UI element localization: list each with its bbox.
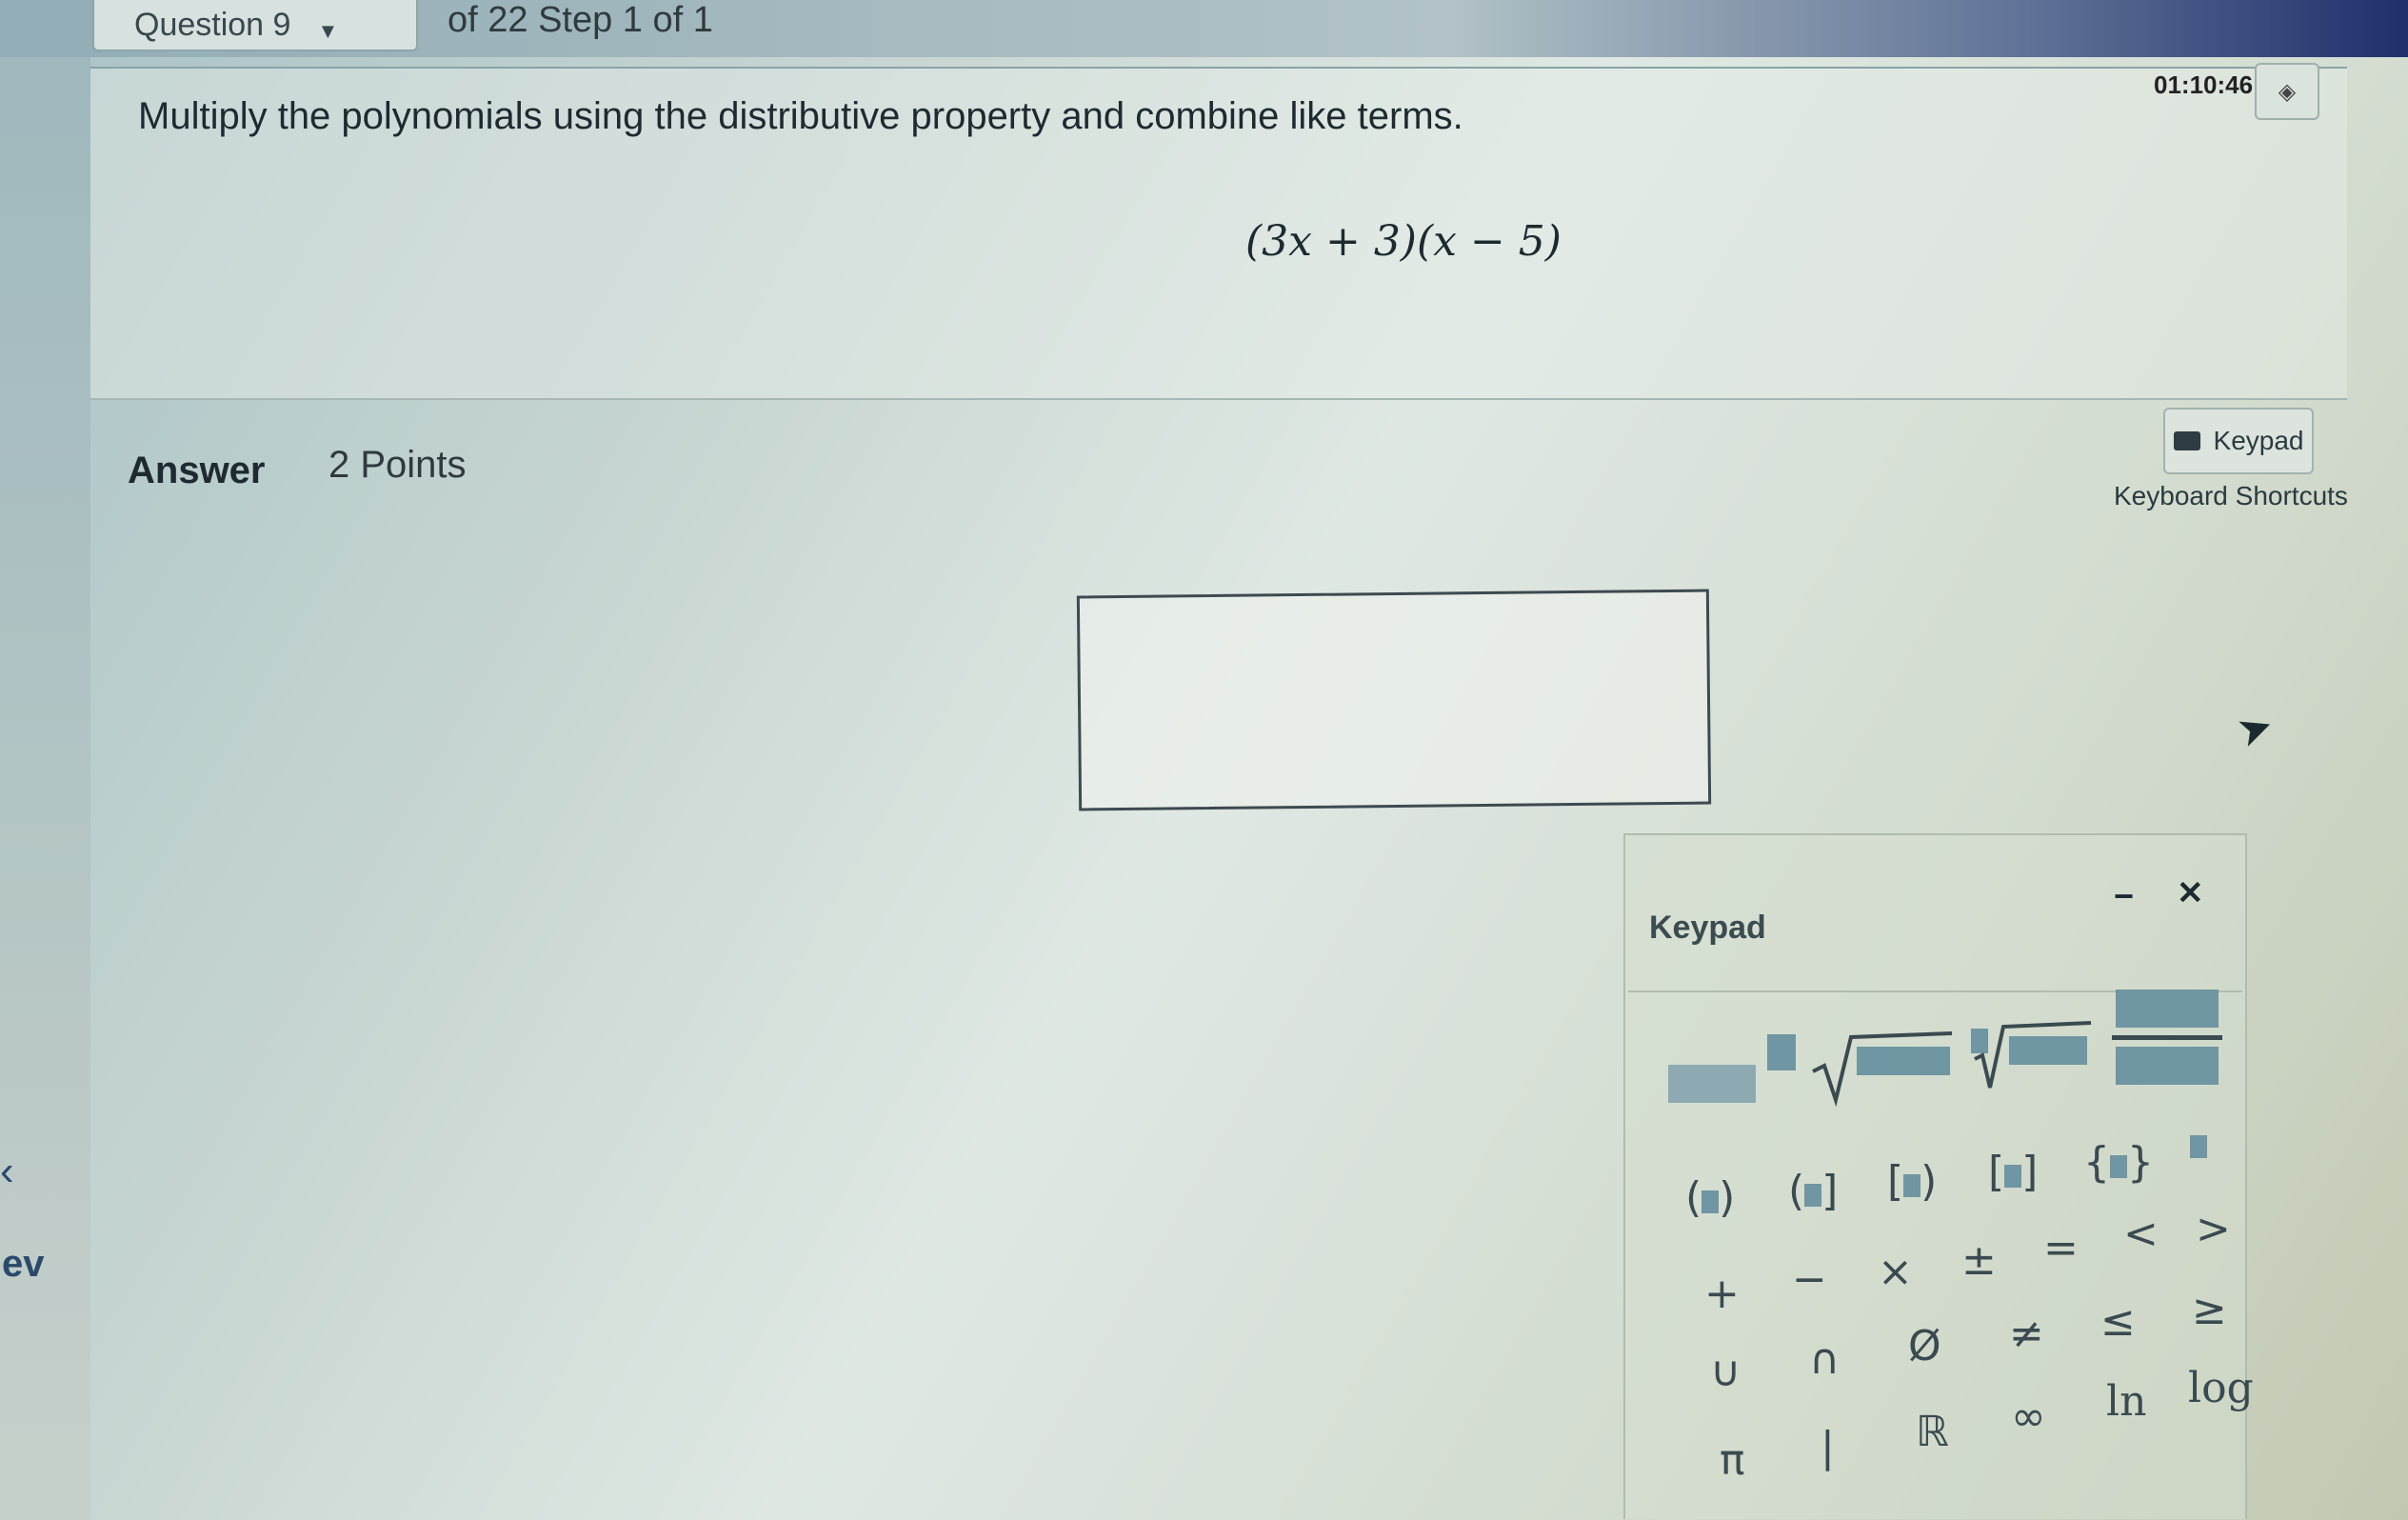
keypad-bracket-paren-key[interactable]: [) (1887, 1157, 1937, 1206)
keypad-empty-set-key[interactable]: Ø (1908, 1322, 1941, 1370)
keypad-minus-key[interactable]: − (1792, 1255, 1827, 1304)
keyboard-icon (2173, 431, 2200, 450)
keypad-pi-key[interactable]: π (1720, 1436, 1745, 1485)
keypad-plus-minus-key[interactable]: ± (1961, 1236, 1997, 1285)
question-selector-label: Question 9 (134, 7, 291, 43)
keypad-plus-key[interactable]: + (1704, 1270, 1740, 1318)
keypad-subscript-key[interactable] (2186, 1131, 2213, 1162)
keypad-bracket-key[interactable]: [] (1988, 1148, 2038, 1196)
keypad-log-key[interactable]: log (2188, 1364, 2254, 1412)
keypad-sqrt-key[interactable] (1811, 1024, 1954, 1110)
keypad-less-equal-key[interactable]: ≤ (2100, 1297, 2136, 1346)
collapse-chevron-icon[interactable]: ‹ (0, 1148, 14, 1195)
left-sidebar (0, 57, 90, 1520)
keypad-toggle-button[interactable]: Keypad (2163, 408, 2314, 474)
keypad-union-key[interactable]: ∪ (1710, 1348, 1741, 1396)
keypad-equals-key[interactable]: = (2043, 1224, 2079, 1272)
keypad-close-button[interactable]: ✕ (2177, 874, 2204, 912)
eye-icon: ◈ (2278, 78, 2297, 105)
keypad-paren-bracket-key[interactable]: (] (1788, 1167, 1838, 1215)
caret-down-icon: ▼ (317, 19, 339, 43)
keypad-exponent-key[interactable] (1668, 1029, 1801, 1105)
keyboard-shortcuts-link[interactable]: Keyboard Shortcuts (2114, 481, 2348, 511)
keypad-less-than-key[interactable]: < (2123, 1210, 2159, 1258)
question-expression: (3x + 3)(x − 5) (1245, 217, 1562, 266)
keypad-brace-key[interactable]: {} (2083, 1138, 2154, 1187)
timer: 01:10:46 (2154, 70, 2254, 99)
question-instruction: Multiply the polynomials using the distr… (138, 95, 1463, 137)
keypad-fraction-key[interactable] (2112, 986, 2222, 1090)
keypad-nth-root-key[interactable] (1969, 1017, 2093, 1103)
answer-label: Answer (128, 450, 266, 491)
step-indicator: of 22 Step 1 of 1 (448, 0, 713, 40)
keypad-greater-than-key[interactable]: > (2196, 1205, 2231, 1253)
keypad-not-equal-key[interactable]: ≠ (2009, 1310, 2044, 1358)
keypad-greater-equal-key[interactable]: ≥ (2192, 1286, 2227, 1334)
keypad-title: Keypad (1649, 910, 1766, 946)
keypad-infinity-key[interactable]: ∞ (2011, 1392, 2046, 1441)
answer-input[interactable] (1076, 589, 1712, 811)
keypad-toggle-label: Keypad (2213, 426, 2304, 455)
keypad-absolute-value-key[interactable]: | (1821, 1423, 1835, 1471)
sidebar-partial-text: ev (2, 1243, 45, 1285)
points-label: 2 Points (328, 444, 467, 486)
keypad-paren-key[interactable]: () (1685, 1173, 1735, 1222)
keypad-ln-key[interactable]: ln (2106, 1377, 2146, 1426)
keypad-times-key[interactable]: × (1878, 1248, 1913, 1296)
mouse-cursor-icon: ➤ (2230, 701, 2280, 757)
keypad-real-numbers-key[interactable]: ℝ (1916, 1408, 1949, 1456)
question-selector[interactable]: Question 9 ▼ (92, 0, 418, 51)
keypad-minimize-button[interactable]: − (2114, 876, 2134, 916)
timer-toggle-button[interactable]: ◈ (2255, 63, 2319, 120)
keypad-intersection-key[interactable]: ∩ (1809, 1335, 1840, 1384)
